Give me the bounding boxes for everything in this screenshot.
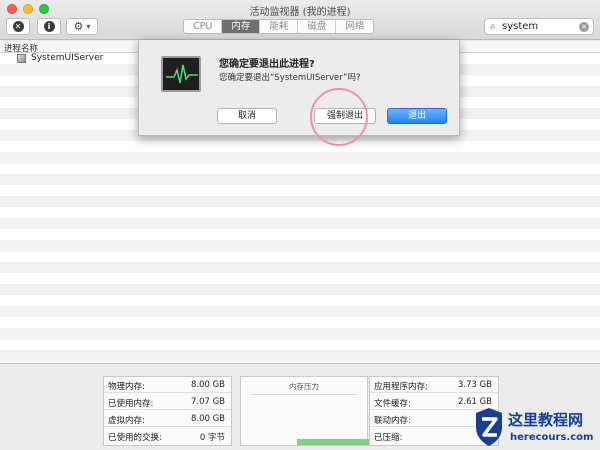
search-input[interactable] — [502, 20, 574, 33]
window-title: 活动监视器 (我的进程) — [249, 7, 351, 18]
memory-stat-value: 7.07 GB — [190, 397, 225, 407]
gear-icon: ⚙ — [73, 20, 84, 33]
watermark: 这里教程网 herecours.com — [470, 405, 600, 450]
memory-stat-label: 物理内存: — [108, 382, 145, 392]
memory-stat-label: 文件缓存: — [374, 399, 411, 409]
process-icon — [17, 54, 26, 63]
tab-network[interactable]: 网络 — [336, 20, 373, 33]
dialog-title: 您确定要退出此进程? — [219, 59, 315, 70]
quit-button[interactable]: 退出 — [387, 108, 447, 124]
memory-pressure-box: 内存压力 — [240, 376, 369, 446]
watermark-logo-icon — [476, 408, 502, 446]
x-circle-icon: ✕ — [12, 21, 24, 32]
window-titlebar: 活动监视器 (我的进程) ✕ i ⚙ ▾ CPU 内存 能耗 磁盘 网络 ⌕ ✕ — [0, 0, 600, 40]
memory-stat-label: 已压缩: — [374, 433, 403, 443]
memory-stat-value: 8.00 GB — [190, 380, 225, 390]
tab-memory[interactable]: 内存 — [222, 20, 261, 33]
inspect-process-button[interactable]: i — [37, 18, 61, 35]
memory-stat-label: 虚拟内存: — [108, 416, 145, 426]
memory-stat-label: 已使用内存: — [108, 399, 154, 409]
memory-stat-row: 物理内存: 8.00 GB — [104, 377, 231, 393]
stop-process-button[interactable]: ✕ — [6, 18, 30, 35]
memory-pressure-graph — [297, 439, 369, 445]
memory-stat-label: 应用程序内存: — [374, 382, 428, 392]
memory-stat-value: 3.73 GB — [457, 380, 492, 390]
memory-stat-row: 虚拟内存: 8.00 GB — [104, 411, 231, 427]
tab-cpu[interactable]: CPU — [184, 20, 223, 33]
clear-search-icon[interactable]: ✕ — [579, 22, 589, 32]
info-icon: i — [43, 21, 55, 32]
dialog-message: 您确定要退出“SystemUIServer”吗? — [219, 73, 361, 83]
action-menu-button[interactable]: ⚙ ▾ — [66, 18, 98, 35]
memory-stat-row: 已使用内存: 7.07 GB — [104, 394, 231, 410]
memory-stat-row: 已使用的交换: 0 字节 — [104, 428, 231, 444]
tab-bar: CPU 内存 能耗 磁盘 网络 — [183, 19, 375, 34]
cancel-button[interactable]: 取消 — [217, 108, 277, 124]
memory-stat-value: 8.00 GB — [190, 414, 225, 424]
memory-stat-label: 联动内存: — [374, 416, 411, 426]
memory-stat-value: 0 字节 — [199, 433, 225, 443]
highlight-circle — [310, 88, 368, 146]
watermark-url: herecours.com — [510, 432, 594, 443]
watermark-title: 这里教程网 — [508, 411, 584, 429]
tab-disk[interactable]: 磁盘 — [298, 20, 337, 33]
memory-stat-row: 应用程序内存: 3.73 GB — [370, 377, 498, 393]
process-name: SystemUIServer — [31, 53, 104, 63]
memory-summary-box: 物理内存: 8.00 GB 已使用内存: 7.07 GB 虚拟内存: 8.00 … — [103, 376, 232, 446]
search-box: ⌕ ✕ — [484, 18, 594, 35]
chevron-down-icon: ▾ — [86, 22, 91, 31]
activity-monitor-icon — [161, 56, 201, 92]
tab-energy[interactable]: 能耗 — [260, 20, 299, 33]
quit-process-dialog: 您确定要退出此进程? 您确定要退出“SystemUIServer”吗? 取消 强… — [138, 40, 460, 136]
memory-stat-label: 已使用的交换: — [108, 433, 162, 443]
memory-pressure-title: 内存压力 — [289, 382, 319, 391]
search-icon: ⌕ — [490, 21, 496, 32]
memory-pressure-divider — [251, 394, 357, 395]
